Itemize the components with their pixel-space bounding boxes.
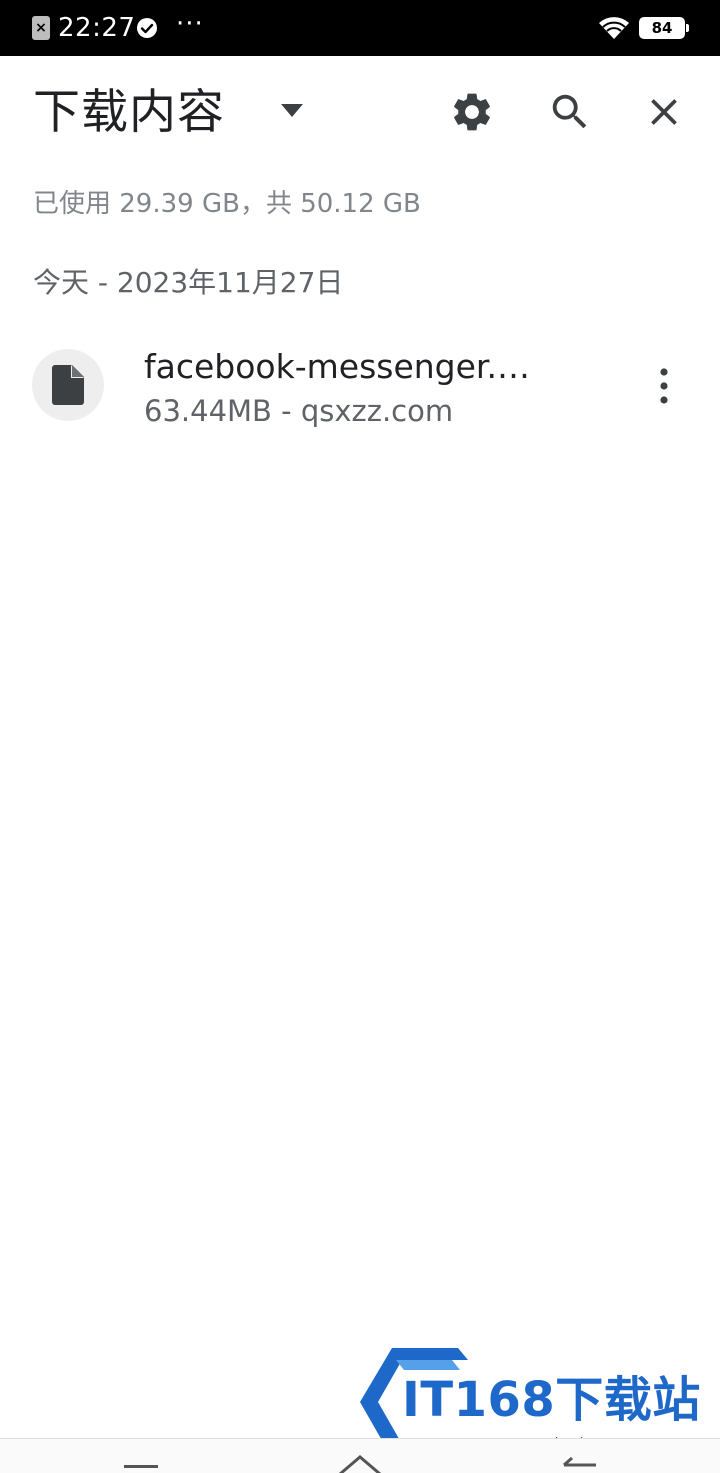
page-title: 下载内容 bbox=[33, 85, 225, 140]
download-list-item[interactable]: facebook-messenger.… 63.44MB - qsxzz.com bbox=[0, 330, 720, 440]
check-circle-icon bbox=[137, 18, 157, 38]
gear-icon[interactable] bbox=[449, 89, 495, 135]
date-group-header: 今天 - 2023年11月27日 bbox=[33, 266, 344, 299]
status-bar: × 22:27 ··· 84 bbox=[0, 0, 720, 56]
search-icon[interactable] bbox=[547, 89, 593, 135]
more-vert-icon[interactable] bbox=[644, 364, 684, 408]
arrow-drop-down-icon[interactable] bbox=[279, 101, 305, 121]
battery-indicator: 84 bbox=[639, 17, 689, 39]
watermark-text: IT168下载站 bbox=[402, 1372, 701, 1428]
close-icon[interactable] bbox=[642, 90, 686, 134]
home-icon[interactable] bbox=[336, 1453, 384, 1473]
status-time: 22:27 bbox=[58, 13, 136, 43]
menu-icon[interactable] bbox=[124, 1465, 158, 1473]
storage-usage-text: 已使用 29.39 GB，共 50.12 GB bbox=[33, 189, 421, 219]
file-icon-container bbox=[32, 349, 104, 421]
sim-error-icon: × bbox=[32, 16, 50, 40]
status-more-indicator: ··· bbox=[176, 9, 204, 39]
back-icon[interactable] bbox=[560, 1455, 600, 1473]
wifi-icon bbox=[599, 17, 629, 39]
file-name[interactable]: facebook-messenger.… bbox=[144, 347, 574, 387]
file-meta: 63.44MB - qsxzz.com bbox=[144, 394, 454, 428]
system-nav-bar bbox=[0, 1438, 720, 1473]
file-icon bbox=[52, 365, 84, 405]
